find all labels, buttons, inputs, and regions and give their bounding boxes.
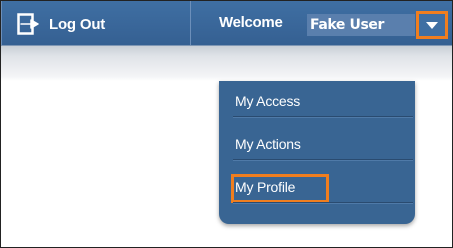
chevron-down-icon	[426, 22, 438, 29]
highlight-box	[231, 174, 329, 203]
nav-divider	[190, 1, 191, 45]
logout-label: Log Out	[49, 15, 106, 33]
menu-divider	[233, 159, 413, 160]
nav-divider	[1, 1, 2, 45]
menu-divider	[233, 202, 413, 203]
app-frame: Log Out Welcome Fake User My Access My A…	[0, 0, 453, 248]
top-navigation-bar: Log Out Welcome Fake User	[1, 1, 452, 81]
username-field: Fake User	[307, 14, 415, 36]
logout-icon	[17, 13, 39, 35]
logout-button[interactable]: Log Out	[11, 11, 105, 37]
menu-item-my-access[interactable]: My Access	[235, 90, 300, 112]
welcome-label: Welcome	[219, 14, 283, 31]
menu-item-my-actions[interactable]: My Actions	[235, 133, 301, 155]
menu-divider	[233, 116, 413, 117]
user-dropdown-menu: My Access My Actions My Profile	[219, 81, 415, 224]
user-menu-dropdown-button[interactable]	[416, 11, 448, 39]
